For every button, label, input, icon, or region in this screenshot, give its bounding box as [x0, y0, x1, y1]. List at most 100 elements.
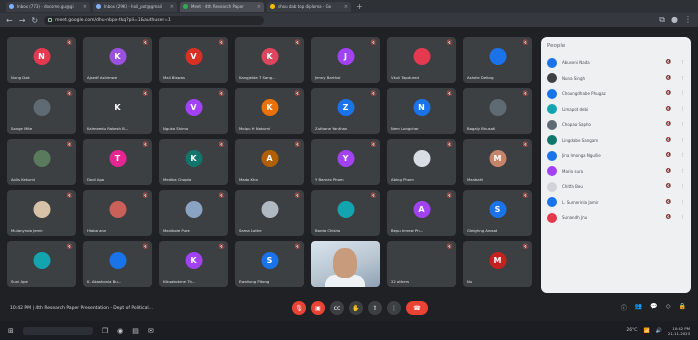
participant-tile[interactable]: Y 🔇 Y Barnez Phom	[311, 139, 380, 185]
more-icon[interactable]: ⋮	[681, 215, 686, 220]
present-button[interactable]: ⇧	[368, 301, 382, 315]
participant-tile[interactable]: V 🔇 Mali Biswas	[159, 37, 228, 83]
participant-tile[interactable]: 🔇 Sama Lothe	[235, 190, 304, 236]
participant-tile[interactable]: J 🔇 Jenny Barthol	[311, 37, 380, 83]
participant-tile[interactable]: M 🔇 Manbahl	[463, 139, 532, 185]
participant-tile[interactable]: K 🔇 Kalmeedu Rakesh B...	[83, 88, 152, 134]
muted-mic-icon[interactable]: 🔇	[666, 200, 672, 205]
muted-mic-icon[interactable]: 🔇	[666, 107, 672, 112]
participant-tile[interactable]: 🔇 Suni Ape	[7, 241, 76, 287]
people-icon[interactable]: 👥	[635, 303, 642, 312]
people-list-item[interactable]: Nuna Singh 🔇 ⋮	[547, 71, 685, 87]
more-icon[interactable]: ⋮	[681, 184, 686, 189]
more-icon[interactable]: ⋮	[681, 153, 686, 158]
participant-tile[interactable]	[311, 241, 380, 287]
taskbar-search[interactable]	[22, 326, 93, 335]
browser-tab[interactable]: Inbox (29K) - hoil_pot@gmail ×	[93, 1, 177, 12]
wifi-icon[interactable]: 📶	[643, 328, 649, 334]
muted-mic-icon[interactable]: 🔇	[666, 76, 672, 81]
clock[interactable]: 10:42 PM 21-11-2023	[668, 326, 690, 336]
muted-mic-icon[interactable]: 🔇	[666, 138, 672, 143]
info-icon[interactable]: ⓘ	[621, 303, 627, 312]
camera-off-button[interactable]: ▣	[311, 301, 325, 315]
close-icon[interactable]: ×	[83, 4, 87, 10]
muted-mic-icon[interactable]: 🔇	[666, 153, 672, 158]
mail-icon[interactable]: ✉	[148, 327, 154, 335]
participant-tile[interactable]: M 🔇 Nu	[463, 241, 532, 287]
back-icon[interactable]: ←	[6, 16, 13, 25]
browser-tab[interactable]: Inbox (773) - docsme.gu@gi ×	[6, 1, 90, 12]
profile-icon[interactable]: ●	[671, 15, 678, 25]
volume-icon[interactable]: 🔊	[656, 328, 662, 334]
participant-tile[interactable]: 🔇 Vkuli Tapdured	[387, 37, 456, 83]
lock-icon[interactable]: 🔒	[679, 303, 686, 312]
windows-start-icon[interactable]: ⊞	[8, 327, 14, 335]
captions-button[interactable]: cc	[330, 301, 344, 315]
people-list-item[interactable]: Abuseni Nada 🔇 ⋮	[547, 55, 685, 71]
participant-tile[interactable]: K 🔇 Kangjelda T Sang...	[235, 37, 304, 83]
participant-tile[interactable]: K 🔇 Kikuakokme Th...	[159, 241, 228, 287]
people-list-item[interactable]: Chopaa Sapho 🔇 ⋮	[547, 117, 685, 133]
chrome-icon[interactable]: ◉	[117, 327, 123, 335]
participant-tile[interactable]: K 🔇 Molpu H Nakumi	[235, 88, 304, 134]
people-list-item[interactable]: Lingdabe Sangam 🔇 ⋮	[547, 133, 685, 149]
close-icon[interactable]: ×	[170, 4, 174, 10]
browser-tab[interactable]: shou dab top diploma - Go ×	[267, 1, 351, 12]
muted-mic-icon[interactable]: 🔇	[666, 184, 672, 189]
extensions-icon[interactable]: ⧉	[659, 15, 665, 25]
participant-tile[interactable]: 🔇 Manibole Pure	[159, 190, 228, 236]
more-icon[interactable]: ⋮	[681, 60, 686, 65]
file-explorer-icon[interactable]: ▤	[132, 327, 139, 335]
participant-tile[interactable]: A 🔇 Bepu Imrew Ph...	[387, 190, 456, 236]
people-list-item[interactable]: Mario sura 🔇 ⋮	[547, 164, 685, 180]
browser-tab-active[interactable]: Meet - 4th Research Paper ×	[180, 1, 264, 12]
raise-hand-button[interactable]: ✋	[349, 301, 363, 315]
participant-tile[interactable]: Z 🔇 Zuthane Yanthan	[311, 88, 380, 134]
more-icon[interactable]: ⋮	[681, 76, 686, 81]
leave-call-button[interactable]: ☎	[406, 301, 428, 315]
people-list-item[interactable]: Sunandh Jnu 🔇 ⋮	[547, 210, 685, 226]
participant-tile[interactable]: K 🔇 Medika Chopta	[159, 139, 228, 185]
participant-tile[interactable]: 🔇 Mulanyrola Jemir	[7, 190, 76, 236]
close-icon[interactable]: ×	[257, 4, 261, 10]
muted-mic-icon[interactable]: 🔇	[666, 60, 672, 65]
people-list-item[interactable]: L. Sumerinla Jamir 🔇 ⋮	[547, 195, 685, 211]
muted-mic-icon[interactable]: 🔇	[666, 122, 672, 127]
reload-icon[interactable]: ↻	[31, 16, 38, 25]
participant-tile[interactable]: N 🔇 Nung Dak	[7, 37, 76, 83]
task-view-icon[interactable]: ❐	[102, 327, 108, 335]
participant-tile[interactable]: V 🔇 Nguko Shimo	[159, 88, 228, 134]
participant-tile[interactable]: S 🔇 Ewaliung Pitong	[235, 241, 304, 287]
participant-tile[interactable]: S 🔇 Gleighng Arosat	[463, 190, 532, 236]
people-list-item[interactable]: Limapot debi 🔇 ⋮	[547, 102, 685, 118]
close-icon[interactable]: ×	[344, 4, 348, 10]
participant-tile[interactable]: T 🔇 Dodi Apo	[83, 139, 152, 185]
participant-tile[interactable]: 🔇 Bagaly Bhusati	[463, 88, 532, 134]
address-bar[interactable]: meet.google.com/dhu-nbpx-tkq?pli=1&authu…	[44, 15, 265, 25]
participant-tile[interactable]: 🔇 Hlaba ann	[83, 190, 152, 236]
menu-icon[interactable]: ⋮	[684, 15, 692, 25]
people-list-item[interactable]: Chitfa Beu 🔇 ⋮	[547, 179, 685, 195]
people-list-item[interactable]: Jina Imonga Ngullie 🔇 ⋮	[547, 148, 685, 164]
participant-tile[interactable]: 🔇 22 others	[387, 241, 456, 287]
more-icon[interactable]: ⋮	[681, 200, 686, 205]
participant-tile[interactable]: A 🔇 Mado Kho	[235, 139, 304, 185]
chat-icon[interactable]: 💬	[650, 303, 657, 312]
muted-mic-icon[interactable]: 🔇	[666, 215, 672, 220]
activities-icon[interactable]: ◇	[666, 303, 671, 312]
forward-icon[interactable]: →	[19, 16, 26, 25]
participant-tile[interactable]: N 🔇 Nem Longchar	[387, 88, 456, 134]
participant-tile[interactable]: 🔇 Barda Chisho	[311, 190, 380, 236]
more-options-button[interactable]: ⋮	[387, 301, 401, 315]
people-list-item[interactable]: Choungdhabe Phugaz 🔇 ⋮	[547, 86, 685, 102]
participant-tile[interactable]: 🔇 Abing Phom	[387, 139, 456, 185]
more-icon[interactable]: ⋮	[681, 138, 686, 143]
muted-mic-icon[interactable]: 🔇	[666, 91, 672, 96]
mic-off-button[interactable]: 🎙	[292, 301, 306, 315]
muted-mic-icon[interactable]: 🔇	[666, 169, 672, 174]
participant-tile[interactable]: 🔇 Aolis Kekumi	[7, 139, 76, 185]
participant-tile[interactable]: 🔇 K. Akashonla Bu...	[83, 241, 152, 287]
more-icon[interactable]: ⋮	[681, 91, 686, 96]
new-tab-icon[interactable]: +	[356, 2, 363, 11]
participant-tile[interactable]: 🔇 Ashele Delbrg	[463, 37, 532, 83]
